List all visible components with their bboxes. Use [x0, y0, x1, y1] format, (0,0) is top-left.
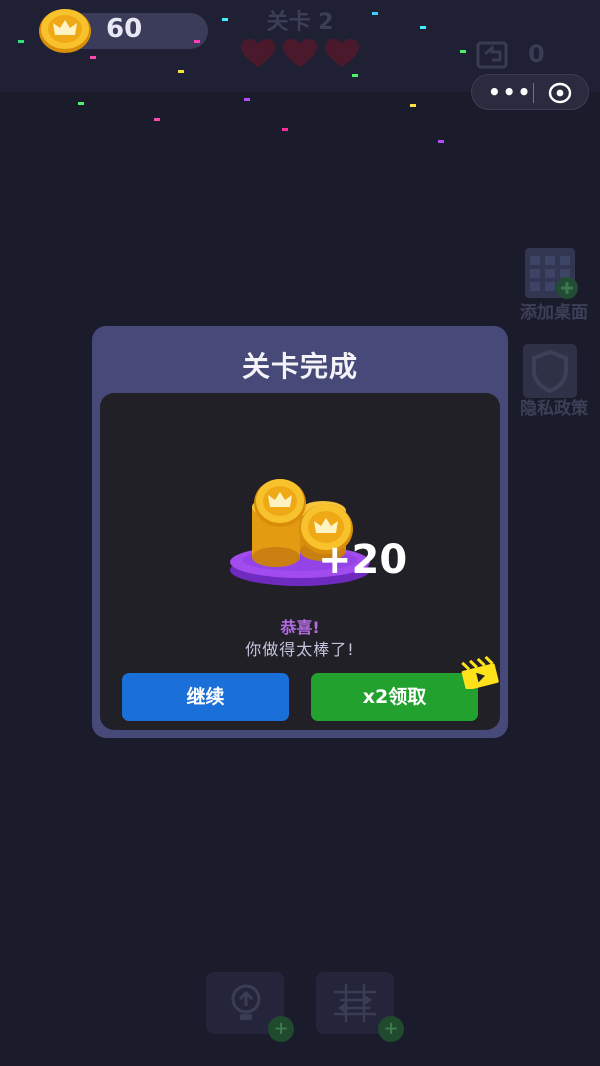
- level-complete-dialog: 关卡完成 +20 恭喜! 你做得太棒了! 继续 x2领取: [92, 326, 508, 738]
- record-eye-icon[interactable]: [548, 82, 572, 104]
- dialog-title: 关卡完成: [241, 350, 358, 383]
- congrats-text: 恭喜!: [280, 618, 320, 637]
- coin-count: 60: [106, 14, 143, 44]
- calendar-grid-icon: [525, 248, 578, 299]
- mini-program-capsule: •••: [471, 74, 589, 110]
- undo-count: 0: [528, 40, 545, 68]
- privacy-button[interactable]: 隐私政策: [510, 342, 600, 419]
- add-desktop-button[interactable]: 添加桌面: [510, 244, 600, 323]
- heart-icon: [325, 39, 359, 67]
- clapperboard-icon: [459, 655, 499, 689]
- shield-icon: [523, 344, 577, 398]
- continue-button[interactable]: 继续: [122, 673, 289, 721]
- shuffle-button[interactable]: +: [316, 972, 404, 1042]
- privacy-label: 隐私政策: [520, 399, 588, 419]
- reward-amount: +20: [318, 537, 408, 583]
- crown-coin-icon: [39, 9, 91, 53]
- add-desktop-label: 添加桌面: [520, 303, 588, 323]
- level-title: 关卡 2: [266, 10, 334, 35]
- shuffle-add-icon: +: [378, 1016, 404, 1042]
- capsule-divider: [533, 83, 534, 103]
- lives-hearts: [240, 38, 364, 68]
- shuffle-grid-icon: [334, 984, 376, 1022]
- hint-add-icon: +: [268, 1016, 294, 1042]
- dialog-content: +20 恭喜! 你做得太棒了! 继续 x2领取: [100, 393, 500, 730]
- hint-button[interactable]: +: [206, 972, 294, 1042]
- more-dots-icon[interactable]: •••: [488, 82, 532, 102]
- heart-icon: [283, 39, 317, 67]
- praise-text: 你做得太棒了!: [245, 640, 355, 659]
- lightbulb-icon: [231, 984, 261, 1020]
- double-reward-button[interactable]: x2领取: [311, 673, 478, 721]
- undo-icon[interactable]: [474, 40, 510, 70]
- heart-icon: [241, 39, 275, 67]
